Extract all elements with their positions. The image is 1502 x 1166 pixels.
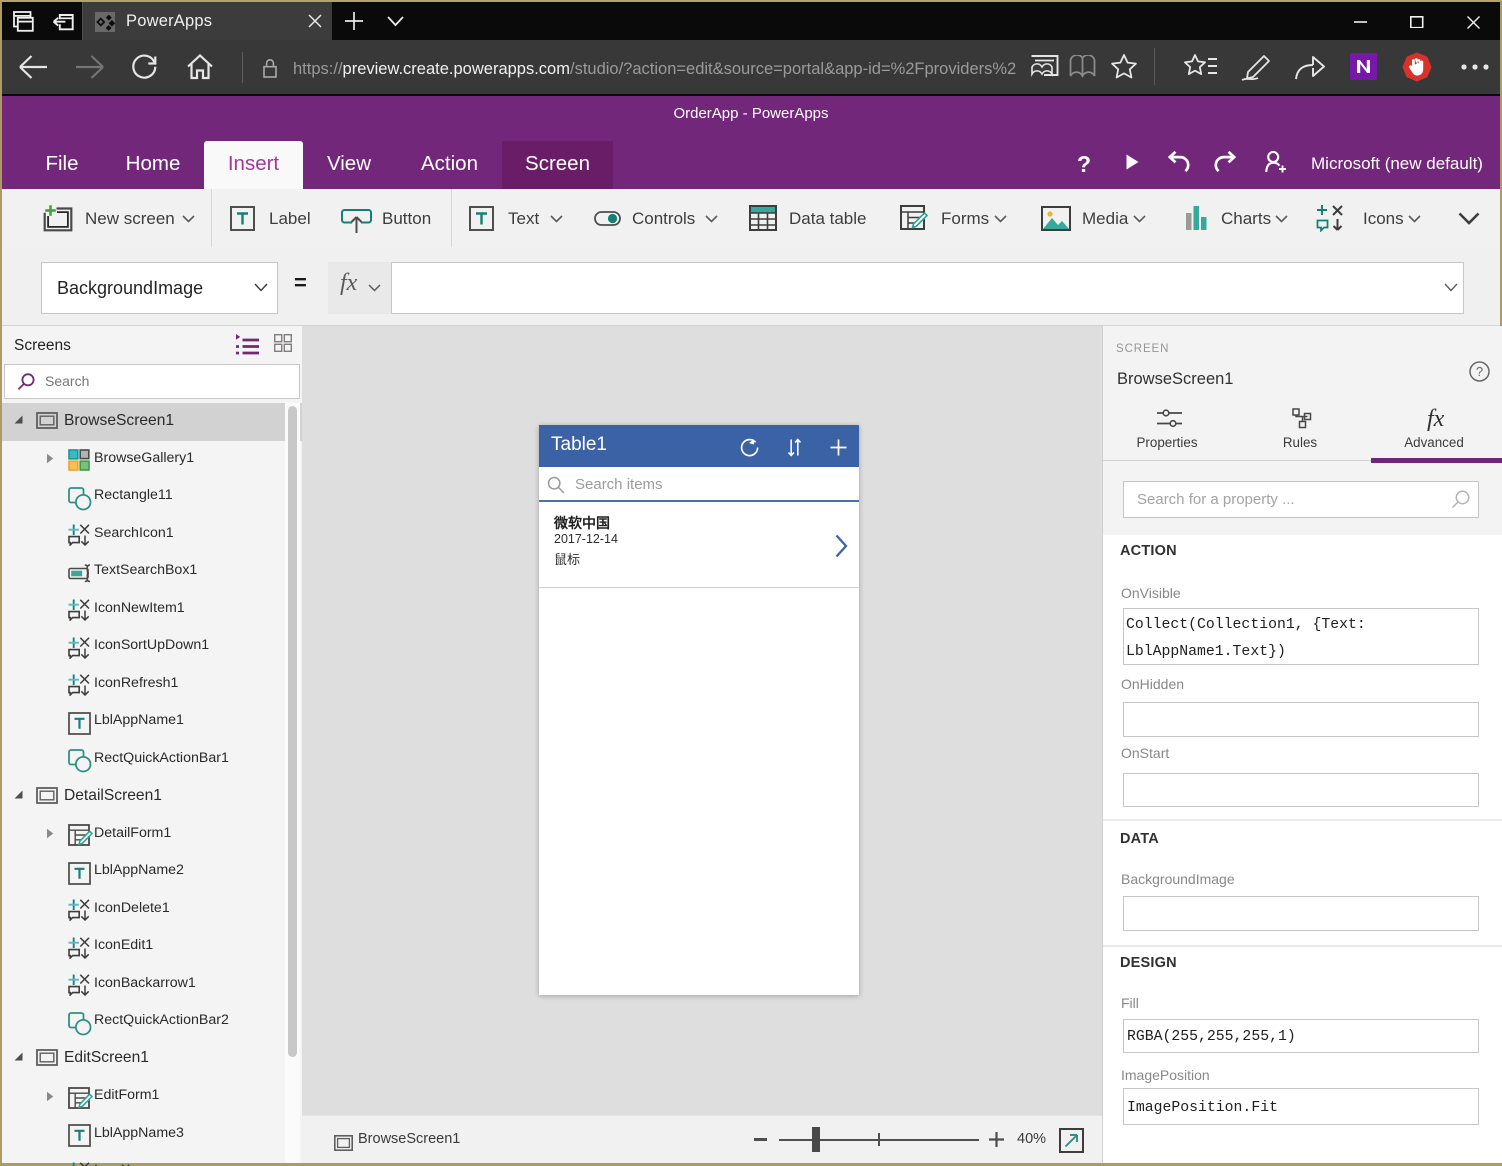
svg-text:?: ? <box>1476 364 1483 379</box>
